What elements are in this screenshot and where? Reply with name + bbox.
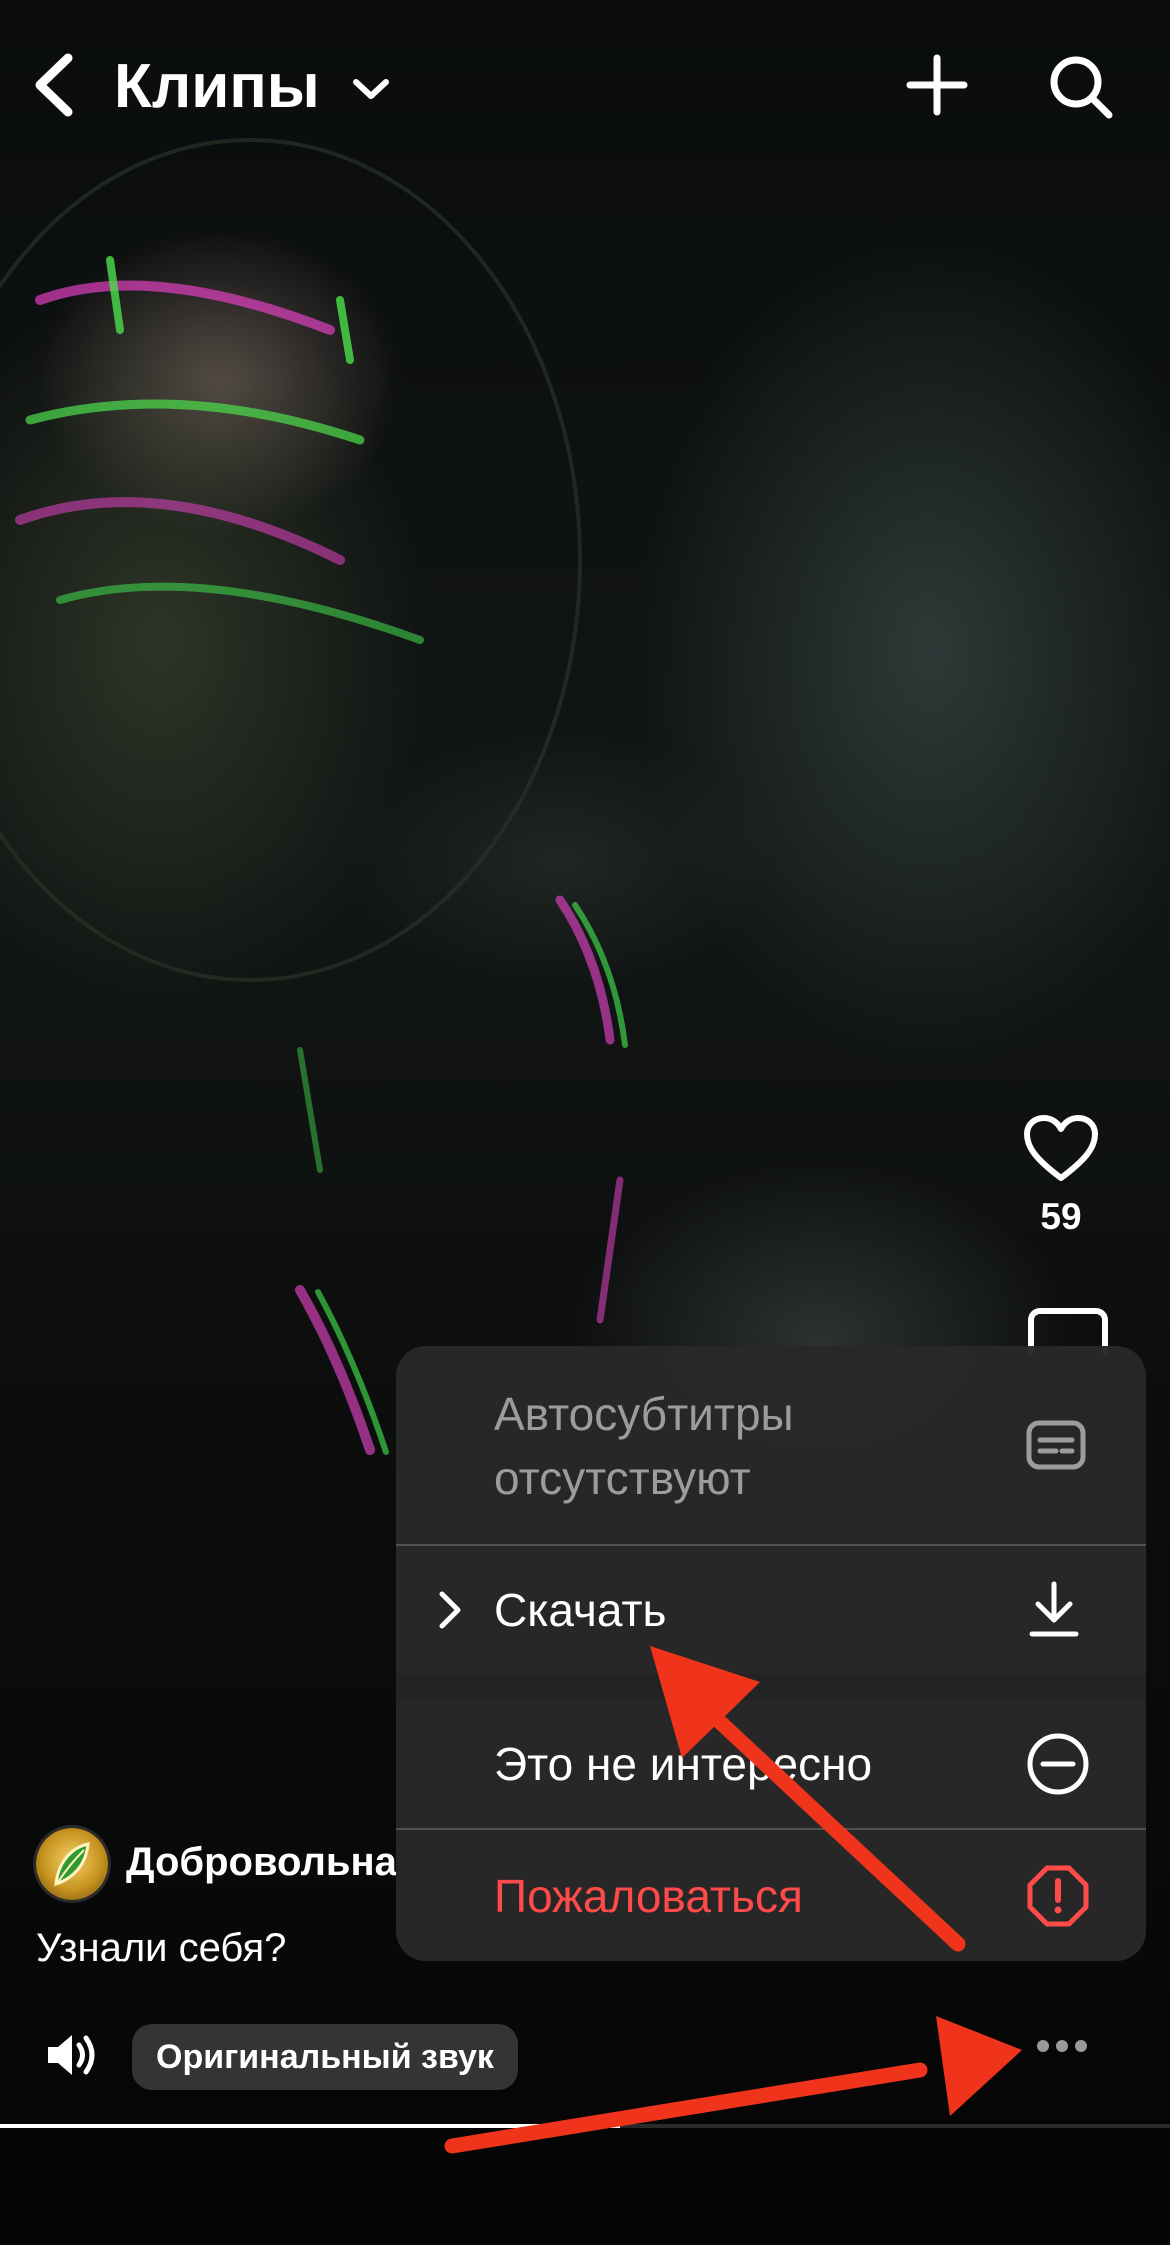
avatar[interactable] bbox=[36, 1828, 108, 1900]
download-icon bbox=[1029, 1581, 1079, 1637]
chevron-right-icon bbox=[439, 1591, 461, 1629]
chevron-down-icon[interactable] bbox=[350, 74, 392, 104]
plus-icon[interactable] bbox=[906, 54, 968, 116]
heart-icon[interactable] bbox=[1023, 1114, 1099, 1182]
clip-context-menu: Автосубтитры отсутствуют Скачать Это не … bbox=[396, 1346, 1146, 1961]
menu-item-label: Автосубтитры отсутствуют bbox=[494, 1388, 794, 1504]
menu-item-not-interested[interactable]: Это не интересно bbox=[396, 1700, 1146, 1828]
search-icon[interactable] bbox=[1048, 54, 1114, 120]
more-dots-icon[interactable] bbox=[1036, 2036, 1088, 2056]
menu-item-download[interactable]: Скачать bbox=[396, 1546, 1146, 1674]
menu-item-label: Скачать bbox=[494, 1584, 667, 1636]
menu-item-report[interactable]: Пожаловаться bbox=[396, 1830, 1146, 1961]
minus-circle-icon bbox=[1027, 1733, 1089, 1795]
report-octagon-icon bbox=[1027, 1865, 1089, 1927]
speaker-icon[interactable] bbox=[44, 2030, 98, 2080]
leaf-logo-icon bbox=[54, 1842, 90, 1887]
menu-item-label: Пожаловаться bbox=[494, 1870, 803, 1922]
clip-caption: Узнали себя? bbox=[36, 1926, 287, 1970]
bottom-bar bbox=[0, 2128, 1170, 2245]
menu-item-autosubtitles: Автосубтитры отсутствуют bbox=[396, 1346, 1146, 1544]
back-icon[interactable] bbox=[30, 52, 80, 118]
subtitles-icon bbox=[1026, 1420, 1086, 1470]
menu-section-gap bbox=[396, 1674, 1146, 1700]
like-count: 59 bbox=[1040, 1196, 1082, 1237]
page-title[interactable]: Клипы bbox=[114, 50, 320, 124]
menu-item-label: Это не интересно bbox=[494, 1738, 873, 1790]
original-sound-chip[interactable]: Оригинальный звук bbox=[132, 2024, 518, 2090]
author-name[interactable]: Добровольна bbox=[126, 1840, 397, 1885]
